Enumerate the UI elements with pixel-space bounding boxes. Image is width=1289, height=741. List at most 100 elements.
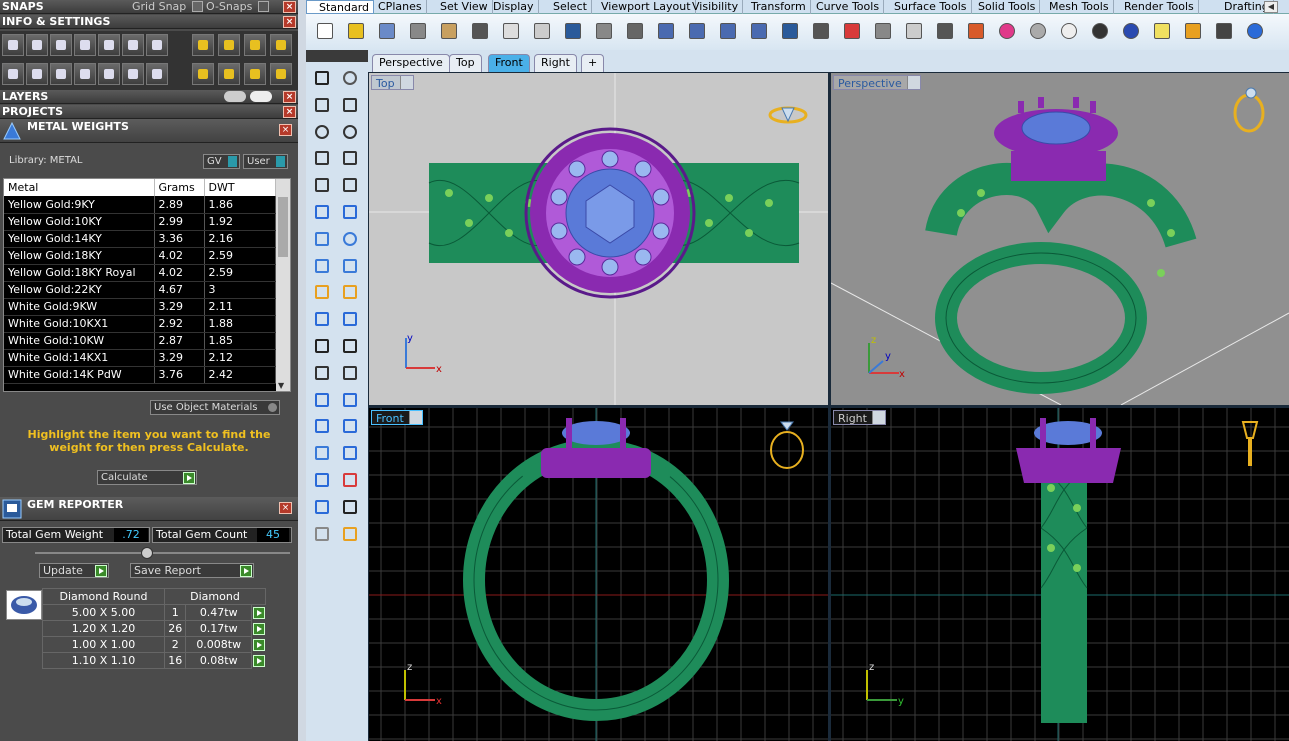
filter-icon[interactable] xyxy=(98,63,120,85)
brush-icon[interactable] xyxy=(192,34,214,56)
ribbon-tab-select[interactable]: Select xyxy=(549,0,592,14)
sphere-white-icon[interactable] xyxy=(1058,20,1080,42)
viewport-tab-perspective[interactable]: Perspective xyxy=(372,54,450,72)
layer-visibility-icon[interactable] xyxy=(224,91,246,102)
layers-header[interactable]: LAYERS × xyxy=(0,90,298,104)
metal-table[interactable]: Metal Grams DWT Yellow Gold:9KY 2.89 1.86 Y… xyxy=(3,178,291,392)
sweep-tool-icon[interactable] xyxy=(339,202,361,222)
calculate-button[interactable]: Calculate xyxy=(97,470,197,485)
metal-row[interactable]: Yellow Gold:14KY 3.36 2.16 xyxy=(4,230,276,248)
gem-row[interactable]: 5.00 X 5.00 1 0.47tw xyxy=(42,604,266,621)
viewport-tab-right[interactable]: Right xyxy=(534,54,577,72)
snaps-dock-icon[interactable] xyxy=(258,1,269,12)
open-folder-icon[interactable] xyxy=(345,20,367,42)
snaps-close-icon[interactable]: × xyxy=(283,1,296,13)
viewport-top[interactable]: y x Top xyxy=(369,73,828,405)
scale-gizmo-icon[interactable] xyxy=(218,63,240,85)
gem-row[interactable]: 1.00 X 1.00 2 0.008tw xyxy=(42,636,266,653)
polygon-tool-icon[interactable] xyxy=(311,175,333,195)
snaps-header[interactable]: SNAPS Grid Snap O-Snaps × xyxy=(0,0,298,14)
box-tool-icon[interactable] xyxy=(311,229,333,249)
ribbon-tab-surface-tools[interactable]: Surface Tools xyxy=(890,0,972,14)
frame-delete-icon[interactable] xyxy=(270,34,292,56)
new-file-icon[interactable] xyxy=(314,20,336,42)
front-viewport-label[interactable]: Front xyxy=(371,410,423,425)
settings-gear-icon[interactable] xyxy=(2,34,24,56)
ribbon-tab-set-view[interactable]: Set View xyxy=(436,0,493,14)
gem-row-action[interactable] xyxy=(252,605,266,621)
polyline-tool-icon[interactable] xyxy=(311,95,333,115)
ribbon-scroll-icon[interactable]: ◀ xyxy=(1264,1,1278,13)
gumball-tool-icon[interactable] xyxy=(339,470,361,490)
bend-tool-icon[interactable] xyxy=(311,497,333,517)
gem-row-action[interactable] xyxy=(252,637,266,653)
copy-icon[interactable] xyxy=(500,20,522,42)
cylinder-tool-icon[interactable] xyxy=(311,256,333,276)
import-icon[interactable] xyxy=(438,20,460,42)
zoom-extents-icon[interactable] xyxy=(717,20,739,42)
user-toggle[interactable]: User xyxy=(243,154,288,169)
metal-row[interactable]: Yellow Gold:18KY 4.02 2.59 xyxy=(4,247,276,265)
cut-icon[interactable] xyxy=(469,20,491,42)
metal-row[interactable]: Yellow Gold:9KY 2.89 1.86 xyxy=(4,196,276,214)
info-settings-header[interactable]: INFO & SETTINGS × xyxy=(0,15,298,29)
use-object-materials-checkbox[interactable]: Use Object Materials xyxy=(150,400,280,415)
osnaps-toggle[interactable]: O-Snaps xyxy=(206,0,252,14)
undo-icon[interactable] xyxy=(562,20,584,42)
light-icon[interactable] xyxy=(1151,20,1173,42)
transform-gizmo-icon[interactable] xyxy=(270,63,292,85)
ribbon-tab-render-tools[interactable]: Render Tools xyxy=(1120,0,1199,14)
document-icon[interactable] xyxy=(98,34,120,56)
rotate-icon[interactable] xyxy=(779,20,801,42)
sphere-dark-icon[interactable] xyxy=(1089,20,1111,42)
col-metal[interactable]: Metal xyxy=(4,179,155,196)
scroll-down-icon[interactable]: ▼ xyxy=(278,381,284,390)
viewport-front[interactable]: z x Front xyxy=(369,408,828,741)
select-tool-icon[interactable] xyxy=(311,68,333,88)
check-tool-icon[interactable] xyxy=(339,497,361,517)
viewport-tab-front[interactable]: Front xyxy=(488,54,530,72)
monitor-icon[interactable] xyxy=(26,63,48,85)
ribbon-tab-curve-tools[interactable]: Curve Tools xyxy=(812,0,885,14)
perspective-viewport-label[interactable]: Perspective xyxy=(833,75,921,90)
grid-snap-toggle[interactable]: Grid Snap xyxy=(132,0,186,14)
zoom-window-icon[interactable] xyxy=(686,20,708,42)
ribbon-tab-solid-tools[interactable]: Solid Tools xyxy=(974,0,1041,14)
array-tool-icon[interactable] xyxy=(311,416,333,436)
join-tool-icon[interactable] xyxy=(339,282,361,302)
sphere-blue-icon[interactable] xyxy=(1120,20,1142,42)
rotate-view-icon[interactable] xyxy=(624,20,646,42)
list-icon[interactable] xyxy=(146,34,168,56)
metal-row[interactable]: Yellow Gold:10KY 2.99 1.92 xyxy=(4,213,276,231)
gem-studio-tool-icon[interactable] xyxy=(339,443,361,463)
add-viewport-tab[interactable]: + xyxy=(581,54,605,72)
boolean-union-tool-icon[interactable] xyxy=(311,336,333,356)
gem-close-icon[interactable]: × xyxy=(279,502,292,514)
info-close-icon[interactable]: × xyxy=(283,16,296,28)
metal-row[interactable]: Yellow Gold:18KY Royal 4.02 2.59 xyxy=(4,264,276,282)
gem-row-action[interactable] xyxy=(252,653,266,669)
four-views-icon[interactable] xyxy=(810,20,832,42)
wrench-icon[interactable] xyxy=(26,34,48,56)
properties-tool-icon[interactable] xyxy=(311,524,333,544)
render-tool-icon[interactable] xyxy=(339,524,361,544)
fillet-tool-icon[interactable] xyxy=(311,363,333,383)
ribbon-tab-visibility[interactable]: Visibility xyxy=(688,0,744,14)
frame-edit-icon[interactable] xyxy=(244,34,266,56)
right-viewport-label[interactable]: Right xyxy=(833,410,886,425)
metal-row[interactable]: White Gold:14KX1 3.29 2.12 xyxy=(4,349,276,367)
ribbon-tab-mesh-tools[interactable]: Mesh Tools xyxy=(1045,0,1114,14)
boolean-diff-tool-icon[interactable] xyxy=(339,336,361,356)
move-gizmo-icon[interactable] xyxy=(192,63,214,85)
checklist-icon[interactable] xyxy=(122,63,144,85)
metal-scrollbar[interactable]: ▼ xyxy=(276,179,290,391)
ribbon-tab-cplanes[interactable]: CPlanes xyxy=(374,0,427,14)
chamfer-tool-icon[interactable] xyxy=(339,363,361,383)
projects-header[interactable]: PROJECTS × xyxy=(0,105,298,119)
metal-row[interactable]: White Gold:9KW 3.29 2.11 xyxy=(4,298,276,316)
zoom-selected-icon[interactable] xyxy=(748,20,770,42)
grid-array-tool-icon[interactable] xyxy=(311,470,333,490)
zoom-icon[interactable] xyxy=(655,20,677,42)
circle-tool-icon[interactable] xyxy=(311,122,333,142)
gear-settings-icon[interactable] xyxy=(1182,20,1204,42)
